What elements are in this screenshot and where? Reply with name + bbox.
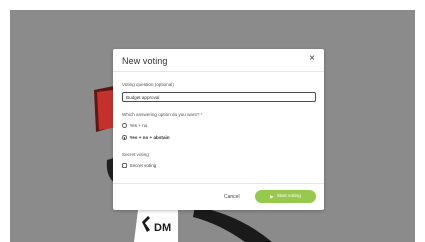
cancel-button[interactable]: Cancel <box>224 194 240 200</box>
secret-voting-checkbox-label: Secret voting <box>129 163 157 168</box>
close-icon[interactable]: × <box>309 53 315 65</box>
dialog-title: New voting <box>122 56 168 66</box>
header-divider <box>113 71 324 72</box>
new-voting-dialog: New voting × Voting question (optional) … <box>113 49 324 210</box>
red-sticker <box>97 90 113 130</box>
secret-section-label: Secret voting <box>122 152 149 157</box>
question-input[interactable]: Budget approval <box>122 92 316 102</box>
start-voting-label: Start voting <box>276 194 301 199</box>
radio-yes-no[interactable] <box>122 123 127 128</box>
radio-yes-no-abstain[interactable] <box>122 135 127 140</box>
footer-divider <box>113 183 324 184</box>
required-mark: * <box>200 112 203 117</box>
secret-voting-checkbox[interactable] <box>122 163 127 168</box>
option-yes-no-abstain[interactable]: Yes + no + abstain <box>122 135 170 140</box>
options-label: Which answering option do you want? * <box>122 112 202 117</box>
start-voting-button[interactable]: ▶ Start voting <box>255 190 316 203</box>
question-label: Voting question (optional) <box>122 82 174 87</box>
swoosh-shape <box>193 206 272 242</box>
dm-card-text: DM <box>154 222 172 234</box>
option-yes-no-abstain-label: Yes + no + abstain <box>129 135 170 140</box>
play-icon: ▶ <box>270 193 274 199</box>
option-yes-no[interactable]: Yes + no <box>122 123 147 128</box>
option-yes-no-label: Yes + no <box>129 123 148 128</box>
secret-voting-option[interactable]: Secret voting <box>122 163 156 168</box>
options-label-text: Which answering option do you want? <box>122 112 200 117</box>
